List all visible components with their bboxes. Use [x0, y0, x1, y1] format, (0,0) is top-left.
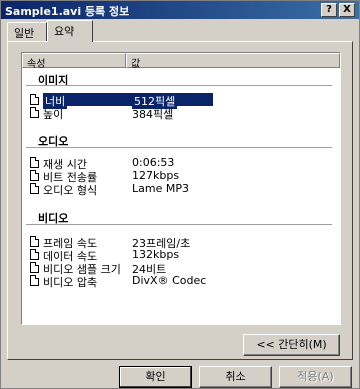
document-icon: [30, 183, 39, 194]
title-bar[interactable]: Sample1.avi 등록 정보 ? X: [1, 1, 359, 19]
document-icon: [30, 236, 39, 247]
close-button[interactable]: X: [339, 3, 355, 17]
property-value: Lame MP3: [132, 182, 189, 195]
property-name: 비디오 압축: [43, 276, 98, 289]
column-header-value[interactable]: 값: [126, 53, 340, 70]
document-icon: [30, 275, 39, 286]
document-icon: [30, 107, 39, 118]
property-name: 높이: [43, 108, 64, 121]
property-value: 132kbps: [132, 248, 180, 261]
ok-button[interactable]: 확인: [119, 366, 192, 388]
list-item[interactable]: 비디오 압축 DivX® Codec: [30, 274, 330, 289]
document-icon: [30, 170, 39, 181]
property-name: 오디오 형식: [43, 184, 98, 197]
apply-button[interactable]: 적용(A): [279, 366, 352, 388]
window-title: Sample1.avi 등록 정보: [5, 5, 130, 18]
document-icon: [30, 262, 39, 273]
document-icon: [30, 157, 39, 168]
property-value: 127kbps: [132, 169, 180, 182]
properties-dialog: Sample1.avi 등록 정보 ? X 일반 요약 속성 값 이미지 너비 …: [0, 0, 360, 389]
properties-list[interactable]: 속성 값 이미지 너비 512픽셀 높이 384픽셀 오디오 재생 시간 0:0…: [21, 52, 341, 325]
help-button[interactable]: ?: [321, 3, 337, 17]
list-item[interactable]: 비디오 샘플 크기 24비트: [30, 261, 330, 276]
list-item[interactable]: 프레임 속도 23프레임/초: [30, 235, 330, 250]
list-header: 속성 값: [22, 53, 340, 70]
property-value: DivX® Codec: [132, 274, 207, 287]
list-item[interactable]: 너비 512픽셀: [30, 93, 330, 109]
selection-highlight: [43, 93, 213, 106]
list-item[interactable]: 높이 384픽셀: [30, 106, 330, 121]
column-header-property[interactable]: 속성: [22, 53, 126, 70]
group-divider: [26, 85, 332, 86]
group-divider: [26, 224, 332, 225]
property-value: 0:06:53: [132, 156, 175, 169]
property-value: 384픽셀: [132, 108, 174, 121]
tab-summary[interactable]: 요약: [47, 20, 93, 42]
document-icon: [30, 94, 39, 105]
document-icon: [30, 249, 39, 260]
tab-general[interactable]: 일반: [7, 22, 47, 41]
list-item[interactable]: 데이터 속도 132kbps: [30, 248, 330, 263]
list-item[interactable]: 재생 시간 0:06:53: [30, 156, 330, 171]
list-item[interactable]: 오디오 형식 Lame MP3: [30, 182, 330, 197]
simple-view-button[interactable]: << 간단히(M): [243, 334, 340, 356]
group-divider: [26, 147, 332, 148]
list-item[interactable]: 비트 전송률 127kbps: [30, 169, 330, 184]
cancel-button[interactable]: 취소: [199, 366, 272, 388]
